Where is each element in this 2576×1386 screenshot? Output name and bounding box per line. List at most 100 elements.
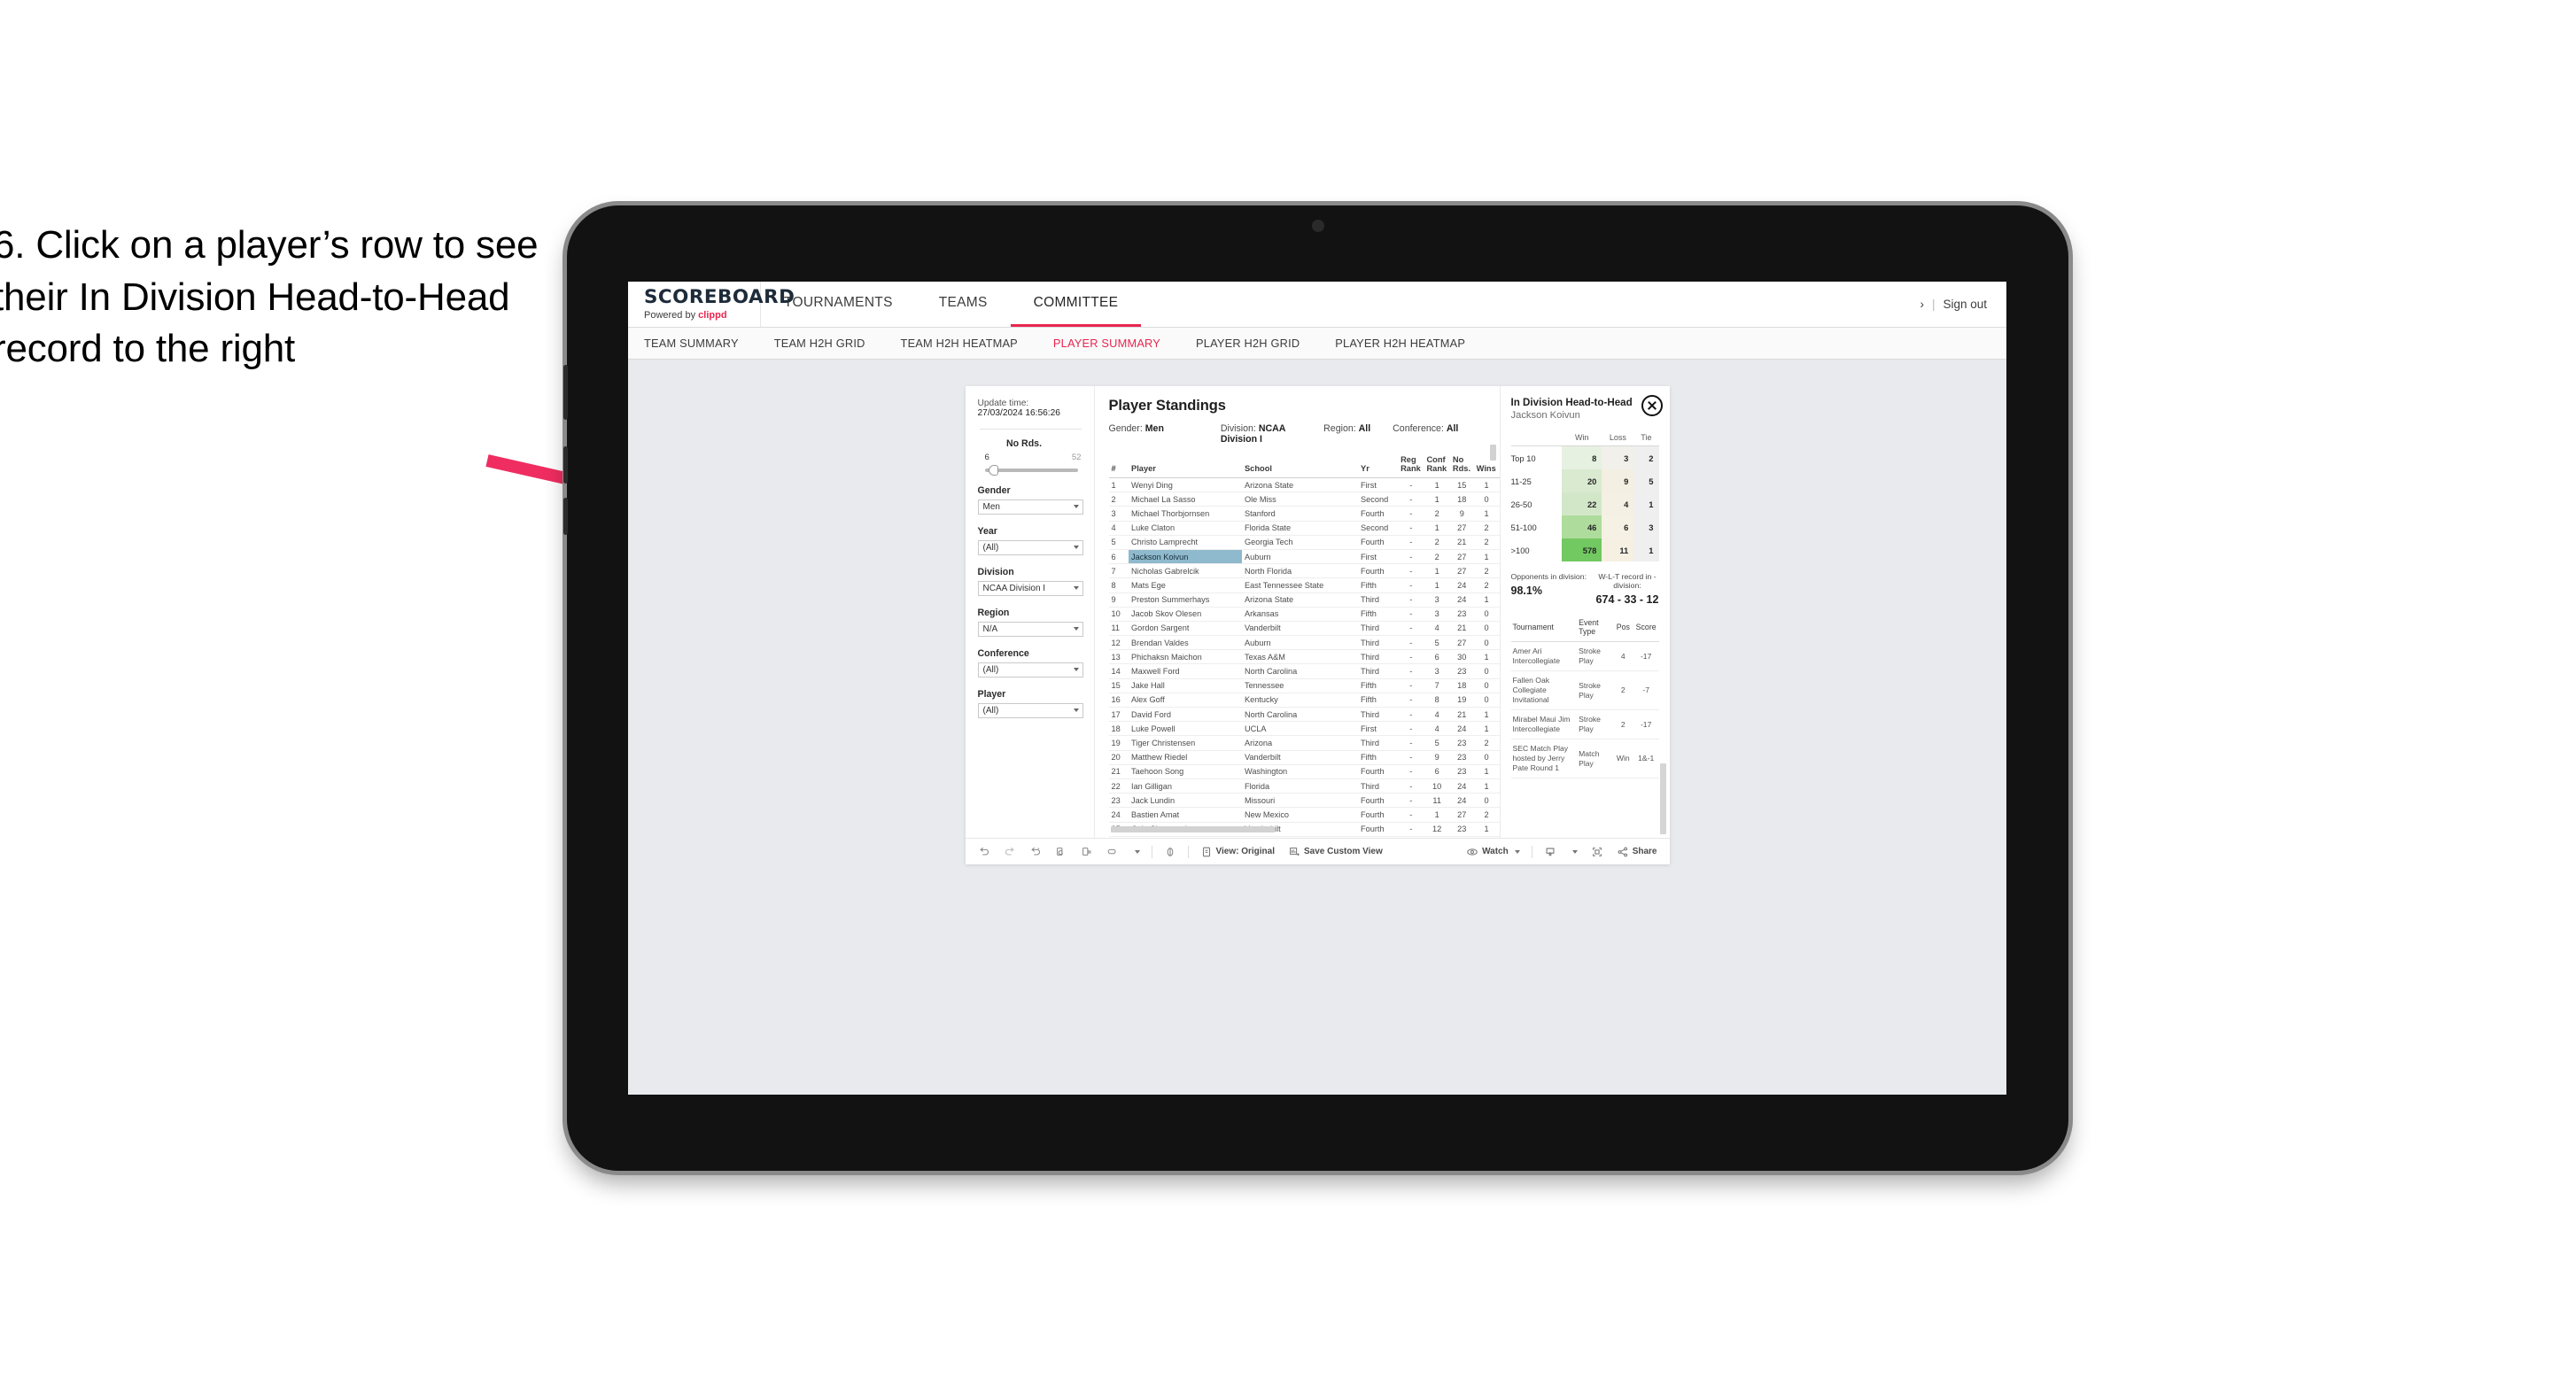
tab-player-summary[interactable]: PLAYER SUMMARY xyxy=(1053,337,1160,350)
no-rounds-thumb[interactable] xyxy=(988,465,998,476)
table-row[interactable]: 23 Jack Lundin Missouri Fourth -11 24 0 xyxy=(1108,793,1500,809)
col-no-rds[interactable]: No Rds. xyxy=(1449,455,1474,478)
table-row[interactable]: 1 Wenyi Ding Arizona State First -1 15 1 xyxy=(1108,477,1500,493)
tournament-row[interactable]: SEC Match Play hosted by Jerry Pate Roun… xyxy=(1510,739,1659,778)
filter-division-value: NCAA Division I xyxy=(982,584,1046,593)
table-row[interactable]: 19 Tiger Christensen Arizona Third -5 23 2 xyxy=(1108,735,1500,751)
h2h-col-tie: Tie xyxy=(1633,433,1659,446)
col-player[interactable]: Player xyxy=(1129,455,1242,478)
table-row[interactable]: 16 Alex Goff Kentucky Fifth -8 19 0 xyxy=(1108,693,1500,708)
filter-division-select[interactable]: NCAA Division I xyxy=(977,581,1083,596)
filter-conference-select[interactable]: (All) xyxy=(977,662,1083,678)
table-row[interactable]: 17 David Ford North Carolina Third -4 21 1 xyxy=(1108,707,1500,723)
col-school[interactable]: School xyxy=(1241,455,1359,478)
cell-yr: Third xyxy=(1358,649,1399,665)
filter-conference-value: (All) xyxy=(982,665,999,675)
close-icon[interactable] xyxy=(1641,395,1663,416)
save-custom-view-button[interactable]: Save Custom View xyxy=(1288,846,1383,858)
pause-auto-update-icon[interactable] xyxy=(1081,846,1093,858)
redo-icon[interactable] xyxy=(1004,846,1016,858)
col-pos[interactable]: Pos xyxy=(1612,615,1633,642)
nav-teams[interactable]: TEAMS xyxy=(916,282,1011,327)
sign-out-link[interactable]: Sign out xyxy=(1943,298,1987,311)
tab-player-h2h-grid[interactable]: PLAYER H2H GRID xyxy=(1196,337,1300,350)
table-row[interactable]: 18 Luke Powell UCLA First -4 24 1 xyxy=(1108,721,1500,737)
col-score[interactable]: Score xyxy=(1633,615,1659,642)
col-conf-rank[interactable]: Conf Rank xyxy=(1424,455,1450,478)
table-row[interactable]: 7 Nicholas Gabrelcik North Florida Fourth -1… xyxy=(1108,563,1500,579)
table-row[interactable]: 24 Bastien Amat New Mexico Fourth -1 27 2 xyxy=(1108,807,1500,823)
table-row[interactable]: 5 Christo Lamprecht Georgia Tech Fourth -2 21… xyxy=(1108,535,1500,550)
filter-gender-select[interactable]: Men xyxy=(977,499,1083,515)
col-reg-rank[interactable]: Reg Rank xyxy=(1398,455,1424,478)
highlight-icon[interactable] xyxy=(1106,846,1119,858)
account-chevron-icon[interactable]: › xyxy=(1920,298,1924,311)
brand-logo[interactable]: SCOREBOARD Powered by clippd xyxy=(628,282,795,327)
table-row[interactable]: 6 Jackson Koivun Auburn First -2 27 1 xyxy=(1108,549,1500,565)
col-tournament[interactable]: Tournament xyxy=(1510,615,1578,642)
tab-team-summary[interactable]: TEAM SUMMARY xyxy=(644,337,739,350)
table-row[interactable]: 12 Brendan Valdes Auburn Third -5 27 0 xyxy=(1108,635,1500,651)
tab-player-h2h-heatmap[interactable]: PLAYER H2H HEATMAP xyxy=(1335,337,1465,350)
cell-conf: 5 xyxy=(1424,735,1450,751)
cell-player: Christo Lamprecht xyxy=(1129,535,1242,550)
kpi-opponents: Opponents in division: 98.1% xyxy=(1511,572,1596,606)
fullscreen-icon[interactable] xyxy=(1591,846,1603,858)
filter-year-select[interactable]: (All) xyxy=(977,540,1083,555)
no-rounds-slider[interactable]: No Rds. 6 52 xyxy=(978,438,1083,476)
cell-wins: 0 xyxy=(1473,693,1500,708)
revert-icon[interactable] xyxy=(1029,846,1042,858)
table-row[interactable]: 10 Jacob Skov Olesen Arkansas Fifth -3 23 0 xyxy=(1108,607,1500,622)
table-row[interactable]: 13 Phichaksn Maichon Texas A&M Third -6 30 1 xyxy=(1108,649,1500,665)
cell-player: Mats Ege xyxy=(1129,577,1242,593)
tournament-row[interactable]: Amer Ari Intercollegiate Stroke Play 4 -17 xyxy=(1510,641,1659,671)
tournament-row[interactable]: Mirabel Maui Jim Intercollegiate Stroke P… xyxy=(1510,709,1659,739)
table-row[interactable]: 11 Gordon Sargent Vanderbilt Third -4 21 0 xyxy=(1108,621,1500,637)
download-icon[interactable] xyxy=(1544,846,1556,858)
table-row[interactable]: 8 Mats Ege East Tennessee State Fifth -1 24 2 xyxy=(1108,577,1500,593)
watch-button[interactable]: Watch xyxy=(1466,846,1520,858)
table-row[interactable]: 2 Michael La Sasso Ole Miss Second -1 18 0 xyxy=(1108,492,1500,507)
cell-yr: Fourth xyxy=(1358,563,1399,579)
cell-school: Texas A&M xyxy=(1241,649,1359,665)
cell-num: 13 xyxy=(1108,649,1129,665)
meta-region-value: All xyxy=(1358,423,1371,434)
cell-yr: Fourth xyxy=(1358,807,1399,823)
tournament-vertical-scrollbar[interactable] xyxy=(1659,763,1666,834)
device-layout-icon[interactable] xyxy=(1164,846,1176,858)
table-row[interactable]: 21 Taehoon Song Washington Fourth -6 23 1 xyxy=(1108,764,1500,779)
filter-player-select[interactable]: (All) xyxy=(977,703,1083,718)
nav-committee[interactable]: COMMITTEE xyxy=(1010,282,1142,327)
table-row[interactable]: 4 Luke Claton Florida State Second -1 27 2 xyxy=(1108,521,1500,536)
table-row[interactable]: 20 Matthew Riedel Vanderbilt Fifth -9 23 0 xyxy=(1108,750,1500,765)
cell-wins: 0 xyxy=(1473,492,1500,507)
table-row[interactable]: 22 Ian Gilligan Florida Third -10 24 1 xyxy=(1108,778,1500,794)
table-row[interactable]: 15 Jake Hall Tennessee Fifth -7 18 0 xyxy=(1108,678,1500,693)
cell-conf: 2 xyxy=(1424,549,1450,565)
tab-team-h2h-heatmap[interactable]: TEAM H2H HEATMAP xyxy=(901,337,1018,350)
undo-icon[interactable] xyxy=(978,846,990,858)
tournament-cell-name: Fallen Oak Collegiate Invitational xyxy=(1510,670,1578,710)
share-button[interactable]: Share xyxy=(1617,846,1657,858)
cell-num: 24 xyxy=(1108,807,1129,823)
col-year[interactable]: Yr xyxy=(1358,455,1399,478)
standings-horizontal-scrollbar[interactable] xyxy=(1110,826,1275,832)
filter-region-select[interactable]: N/A xyxy=(977,622,1083,637)
chevron-down-icon[interactable] xyxy=(1134,849,1140,854)
cell-school: Auburn xyxy=(1241,635,1359,651)
no-rounds-track[interactable] xyxy=(984,465,1078,476)
cell-reg: - xyxy=(1398,721,1424,737)
table-row[interactable]: 14 Maxwell Ford North Carolina Third -3 23 0 xyxy=(1108,663,1500,679)
view-original-button[interactable]: View: Original xyxy=(1200,846,1275,858)
col-event-type[interactable]: Event Type xyxy=(1577,615,1613,642)
no-rounds-max: 52 xyxy=(1071,453,1082,462)
refresh-data-icon[interactable] xyxy=(1055,846,1067,858)
tab-team-h2h-grid[interactable]: TEAM H2H GRID xyxy=(774,337,865,350)
tournament-row[interactable]: Fallen Oak Collegiate Invitational Stroke… xyxy=(1510,670,1659,710)
chevron-down-icon[interactable] xyxy=(1571,849,1578,854)
standings-vertical-scrollbar[interactable] xyxy=(1489,445,1496,461)
cell-wins: 1 xyxy=(1473,506,1500,522)
col-rank[interactable]: # xyxy=(1108,455,1129,478)
table-row[interactable]: 3 Michael Thorbjornsen Stanford Fourth -2 9 1 xyxy=(1108,506,1500,522)
table-row[interactable]: 9 Preston Summerhays Arizona State Third -3 2… xyxy=(1108,592,1500,608)
